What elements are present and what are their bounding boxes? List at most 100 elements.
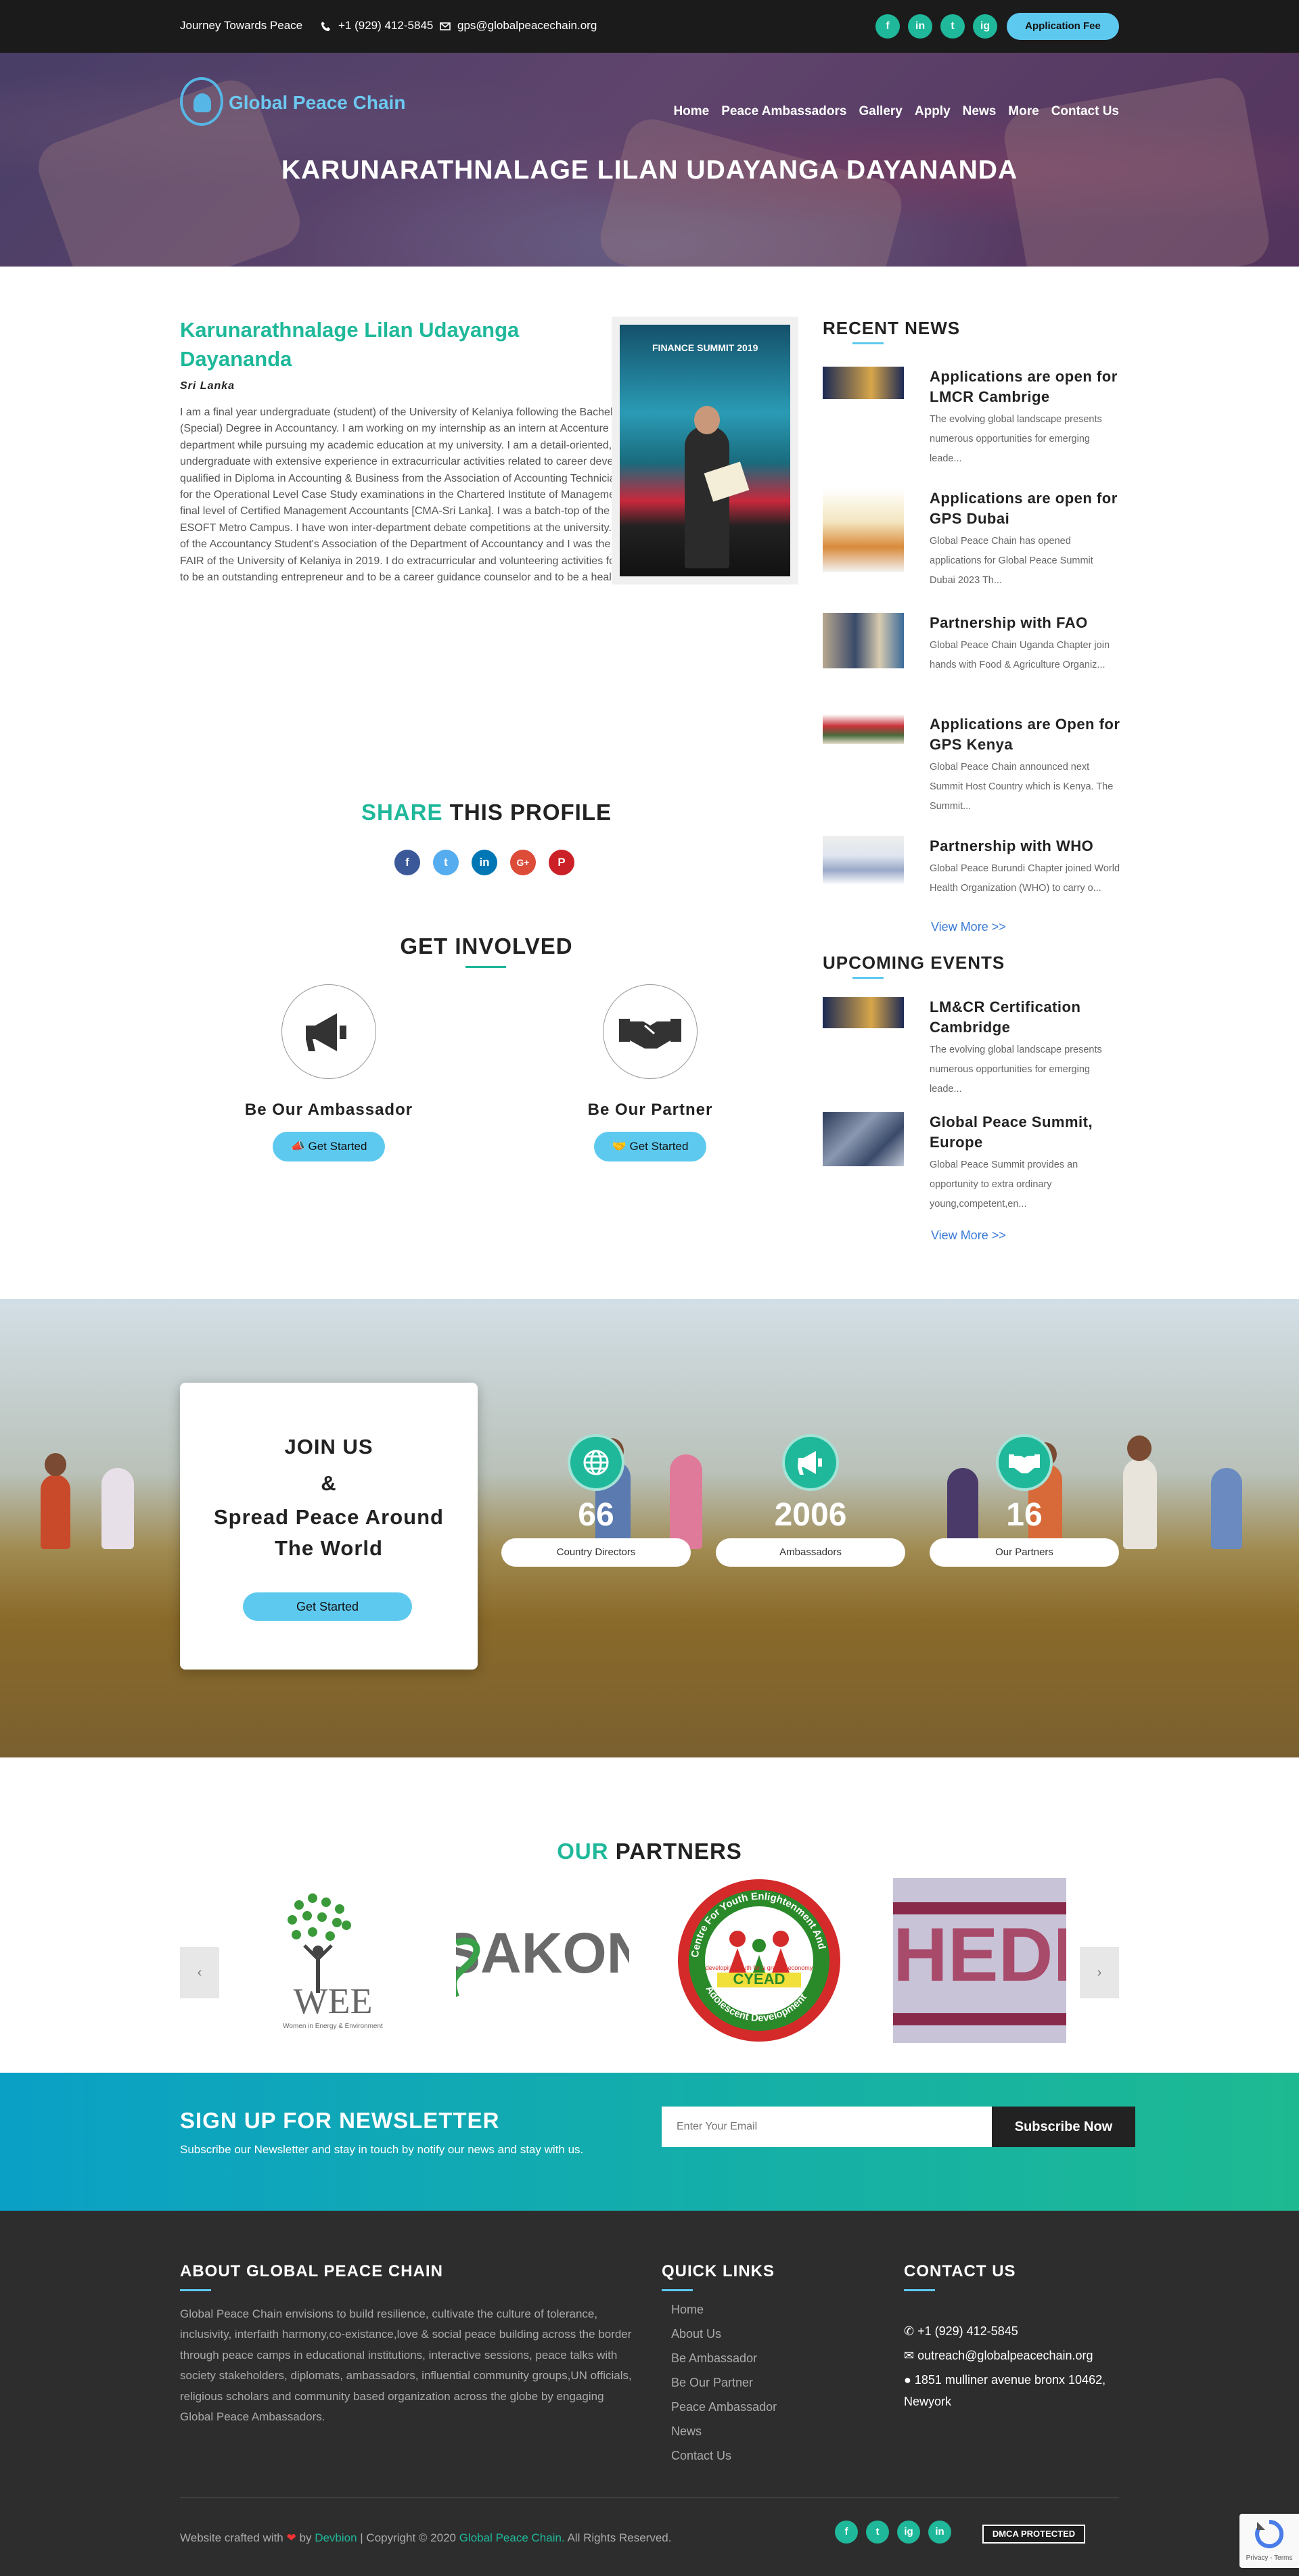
share-heading: SHARE THIS PROFILE (180, 800, 793, 825)
share-google-plus-icon[interactable]: G+ (510, 850, 536, 875)
recaptcha-links[interactable]: Privacy - Terms (1239, 2554, 1299, 2562)
devbion-link[interactable]: Devbion (315, 2531, 357, 2544)
top-bar: Journey Towards Peace +1 (929) 412-5845 … (0, 0, 1299, 53)
footer-link-news[interactable]: News (671, 2424, 702, 2439)
stat-value: 2006 (774, 1497, 847, 1533)
news-view-more-link[interactable]: View More >> (931, 920, 1006, 934)
news-thumbnail (823, 836, 904, 885)
stat-value: 66 (578, 1497, 614, 1533)
footer-phone[interactable]: ✆ +1 (929) 412-5845 (904, 2320, 1018, 2342)
news-item[interactable]: Applications are Open for GPS Kenya Glob… (823, 714, 1120, 816)
linkedin-icon[interactable]: in (908, 14, 932, 39)
nav-apply[interactable]: Apply (915, 104, 951, 119)
bg-child-shape (41, 1475, 70, 1549)
application-fee-button[interactable]: Application Fee (1007, 13, 1119, 40)
brand-link[interactable]: Global Peace Chain. (459, 2531, 565, 2544)
nav-news[interactable]: News (963, 104, 997, 119)
stat-country-directors: 66 Country Directors (501, 1434, 691, 1567)
partner-logo-wee[interactable]: WEE Women in Energy & Environment (231, 1878, 405, 2043)
carousel-next-button[interactable]: › (1080, 1947, 1119, 1998)
svg-text:developing youth for a greater: developing youth for a greater economy (706, 1964, 813, 1971)
nav-more[interactable]: More (1008, 104, 1039, 119)
facebook-icon[interactable]: f (835, 2521, 858, 2544)
globe-icon (568, 1434, 624, 1491)
nav-gallery[interactable]: Gallery (859, 104, 902, 119)
footer-link-be-ambassador[interactable]: Be Ambassador (671, 2351, 757, 2366)
dmca-badge[interactable]: DMCA PROTECTED (982, 2525, 1085, 2544)
svg-text:SAKONS: SAKONS (456, 1921, 629, 1985)
page-title: KARUNARATHNALAGE LILAN UDAYANGA DAYANAND… (281, 156, 1018, 185)
news-item[interactable]: Applications are open for LMCR Cambrige … (823, 367, 1120, 468)
partner-title: Be Our Partner (587, 1101, 713, 1119)
profile-photo-image: FINANCE SUMMIT 2019 (620, 325, 790, 576)
event-title: Global Peace Summit, Europe (930, 1113, 1093, 1151)
copy-mid: | Copyright © 2020 (360, 2531, 456, 2544)
share-facebook-icon[interactable]: f (394, 850, 420, 875)
partner-logo-cyead[interactable]: CYEAD developing youth for a greater eco… (673, 1878, 846, 2043)
news-title: Partnership with FAO (930, 614, 1088, 631)
handshake-icon: 🤝 (612, 1140, 626, 1153)
topbar-email[interactable]: gps@globalpeacechain.org (440, 19, 597, 32)
event-item[interactable]: LM&CR Certification Cambridge The evolvi… (823, 997, 1120, 1099)
footer-link-peace-ambassador[interactable]: Peace Ambassador (671, 2400, 777, 2414)
handshake-icon (996, 1434, 1053, 1491)
twitter-icon[interactable]: t (866, 2521, 889, 2544)
nav-peace-ambassadors[interactable]: Peace Ambassadors (721, 104, 846, 119)
copy-post: All Rights Reserved. (567, 2531, 672, 2544)
tagline: Journey Towards Peace (180, 19, 303, 32)
partner-logo-sakons[interactable]: SAKONS (456, 1878, 629, 2043)
footer-link-about-us[interactable]: About Us (671, 2327, 721, 2341)
footer-email[interactable]: ✉ outreach@globalpeacechain.org (904, 2345, 1093, 2366)
stat-label: Ambassadors (716, 1538, 905, 1567)
footer-contact-title: CONTACT US (904, 2262, 1016, 2280)
recaptcha-icon (1255, 2519, 1284, 2548)
instagram-icon[interactable]: ig (973, 14, 997, 39)
share-heading-rest: THIS PROFILE (449, 800, 612, 825)
event-item[interactable]: Global Peace Summit, Europe Global Peace… (823, 1112, 1120, 1214)
svg-text:WEE: WEE (294, 1981, 373, 2021)
nav-contact-us[interactable]: Contact Us (1051, 104, 1119, 119)
heading-underline (662, 2289, 693, 2291)
events-view-more-link[interactable]: View More >> (931, 1228, 1006, 1243)
news-thumbnail (823, 367, 904, 399)
event-title: LM&CR Certification Cambridge (930, 998, 1081, 1036)
footer-link-contact-us[interactable]: Contact Us (671, 2449, 731, 2463)
partner-logo-hedi[interactable]: HEDI (893, 1878, 1066, 2043)
newsletter-subtitle: Subscribe our Newsletter and stay in tou… (180, 2143, 584, 2156)
news-title: Partnership with WHO (930, 837, 1094, 854)
stat-ambassadors: 2006 Ambassadors (716, 1434, 905, 1567)
handshake-icon (619, 1019, 681, 1049)
footer-link-be-our-partner[interactable]: Be Our Partner (671, 2376, 753, 2390)
heading-underline (904, 2289, 935, 2291)
megaphone-icon (306, 1013, 346, 1051)
news-item[interactable]: Partnership with FAO Global Peace Chain … (823, 613, 1120, 694)
carousel-prev-button[interactable]: ‹ (180, 1947, 219, 1998)
subscribe-button[interactable]: Subscribe Now (992, 2107, 1135, 2147)
peace-chain-logo-icon (180, 77, 223, 126)
twitter-icon[interactable]: t (940, 14, 965, 39)
news-title: Applications are open for LMCR Cambrige (930, 368, 1118, 405)
share-twitter-icon[interactable]: t (433, 850, 459, 875)
nav-home[interactable]: Home (673, 104, 709, 119)
event-thumbnail (823, 1112, 904, 1166)
get-involved-heading: GET INVOLVED (400, 934, 573, 959)
newsletter-email-input[interactable] (662, 2107, 992, 2147)
share-linkedin-icon[interactable]: in (472, 850, 497, 875)
newsletter-section: SIGN UP FOR NEWSLETTER Subscribe our New… (0, 2073, 1299, 2211)
topbar-phone[interactable]: +1 (929) 412-5845 (321, 19, 433, 32)
footer-link-home[interactable]: Home (671, 2303, 704, 2317)
recaptcha-badge[interactable]: Privacy - Terms (1239, 2514, 1299, 2568)
newsletter-title: SIGN UP FOR NEWSLETTER (180, 2108, 500, 2133)
upcoming-events-heading: UPCOMING EVENTS (823, 952, 1005, 973)
facebook-icon[interactable]: f (875, 14, 900, 39)
join-line-3: Spread Peace Around The World (213, 1505, 444, 1560)
linkedin-icon[interactable]: in (928, 2521, 951, 2544)
join-get-started-button[interactable]: Get Started (243, 1592, 412, 1621)
share-pinterest-icon[interactable]: P (549, 850, 574, 875)
ambassador-get-started-button[interactable]: 📣 Get Started (273, 1132, 385, 1162)
instagram-icon[interactable]: ig (897, 2521, 920, 2544)
news-item[interactable]: Applications are open for GPS Dubai Glob… (823, 488, 1120, 590)
partner-get-started-button[interactable]: 🤝 Get Started (594, 1132, 706, 1162)
news-item[interactable]: Partnership with WHO Global Peace Burund… (823, 836, 1120, 917)
footer-email-text: outreach@globalpeacechain.org (917, 2349, 1093, 2362)
